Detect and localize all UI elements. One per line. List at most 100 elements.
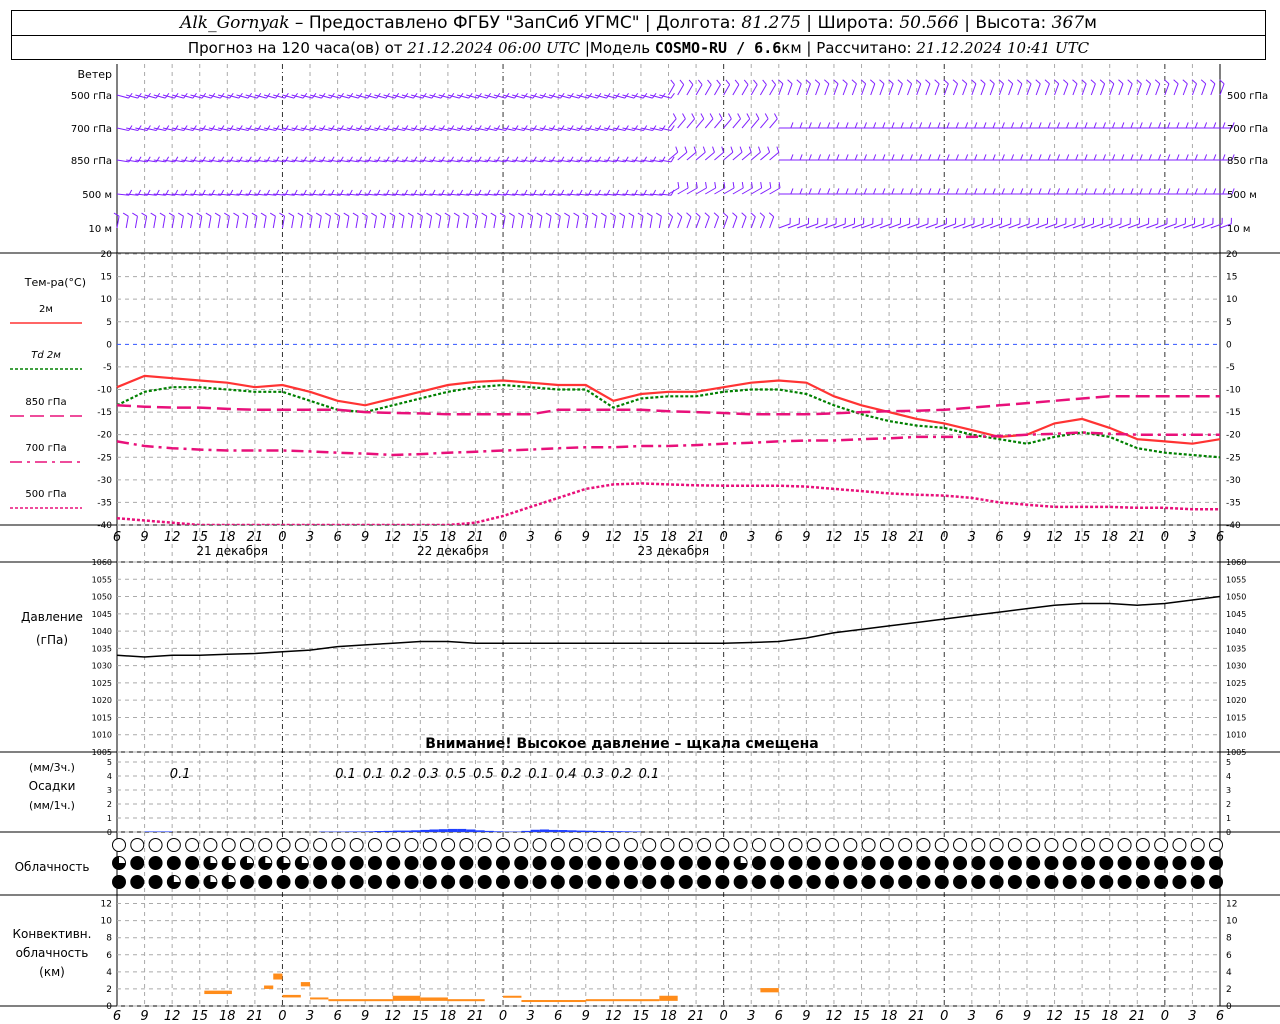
conv-x-tick-label: 6 <box>775 1009 783 1024</box>
wind-level-label-left: 500 гПа <box>71 91 112 102</box>
wind-barb-feather <box>767 146 771 153</box>
wind-barb-shaft <box>815 83 821 96</box>
wind-barb-feather <box>716 79 721 85</box>
wind-barb-feather <box>980 79 986 85</box>
cloud-symbol-overcast <box>514 875 529 889</box>
pressure-tick-label-right: 1035 <box>1226 644 1246 653</box>
cloud-symbol-overcast <box>825 875 840 889</box>
wind-barb-feather <box>992 122 996 129</box>
wind-barb-feather <box>220 125 225 131</box>
wind-barb-feather <box>863 188 867 195</box>
wind-barb-feather <box>1148 188 1152 195</box>
wind-barb-feather <box>205 212 212 217</box>
pressure-tick-label-right: 1030 <box>1226 662 1246 671</box>
precip-3h-label: 0.5 <box>446 767 467 782</box>
wind-barb-feather <box>1001 154 1005 161</box>
precip-bar <box>429 829 439 832</box>
wind-barb-feather <box>734 79 740 85</box>
pressure-tick-label-right: 1045 <box>1226 610 1246 619</box>
conv-x-tick-label: 12 <box>1046 1009 1063 1024</box>
wind-barb-feather <box>974 188 978 195</box>
wind-barb-feather <box>691 113 696 120</box>
cloud-symbol-clear <box>898 838 913 852</box>
wind-barb-shaft <box>1090 83 1096 96</box>
wind-barb-shaft <box>704 84 712 96</box>
wind-barb-feather <box>582 212 589 217</box>
cloud-symbol-overcast <box>843 875 858 889</box>
wind-barb-feather <box>426 212 432 217</box>
conv-x-tick-label: 15 <box>191 1009 208 1024</box>
wind-barb-shaft <box>594 216 598 229</box>
wind-barb-shaft <box>677 84 685 96</box>
wind-barb-feather <box>1194 122 1198 129</box>
wind-barb-feather <box>315 212 322 217</box>
wind-barb-feather <box>1056 154 1060 161</box>
conv-x-tick-label: 3 <box>1188 1009 1196 1024</box>
temp-x-tick-label: 9 <box>1023 530 1031 545</box>
wind-barb-shaft <box>373 216 377 229</box>
wind-level-label-right: 10 м <box>1227 224 1250 235</box>
wind-barb-feather <box>499 212 506 217</box>
wind-barb-shaft <box>686 151 697 161</box>
wind-barb-feather <box>670 79 675 85</box>
cloud-symbol-overcast <box>916 856 931 870</box>
wind-barb-feather <box>192 125 197 131</box>
pressure-warning: Внимание! Высокое давление – щкала смеще… <box>425 736 818 752</box>
cloud-symbol-clear <box>861 838 876 852</box>
wind-barb-feather <box>728 113 732 120</box>
cloud-symbol-overcast <box>642 875 657 889</box>
cloud-symbol-clear <box>751 838 766 852</box>
wind-barb-shaft <box>750 187 762 195</box>
wind-barb-feather <box>882 122 886 129</box>
conv-x-tick-label: 3 <box>526 1009 534 1024</box>
wind-barb-shaft <box>465 216 469 229</box>
wind-barb-feather <box>909 122 913 129</box>
temp-tick-label-right: -5 <box>1226 363 1235 373</box>
wind-barb-feather <box>238 125 243 131</box>
wind-barb-feather <box>343 212 350 217</box>
wind-barb-feather <box>371 212 377 217</box>
cloud-symbol-overcast <box>587 875 602 889</box>
conv-x-tick-label: 3 <box>306 1009 314 1024</box>
cloud-symbol-overcast <box>1062 856 1077 870</box>
cloud-symbol-clear <box>239 838 254 852</box>
cloud-symbol-overcast <box>1154 856 1169 870</box>
wind-barb-shaft <box>677 151 688 161</box>
conv-x-tick-label: 12 <box>826 1009 843 1024</box>
wind-barb-feather <box>906 79 912 85</box>
wind-barb-shaft <box>989 83 995 96</box>
cloud-symbol-clear <box>349 838 364 852</box>
wind-barb-feather <box>730 146 734 153</box>
wind-barb-feather <box>909 188 913 195</box>
cloud-symbol-overcast <box>788 856 803 870</box>
wind-barb-feather <box>714 181 717 189</box>
wind-barb-feather <box>702 146 706 153</box>
wind-barb-feather <box>600 212 607 217</box>
cloud-symbol-overcast <box>623 875 638 889</box>
temp-title: Тем-ра(°C) <box>24 276 86 289</box>
wind-barb-feather <box>122 212 129 217</box>
wind-barb-feather <box>1001 188 1005 195</box>
wind-barb-feather <box>1010 154 1015 161</box>
wind-barb-feather <box>619 212 625 217</box>
temp-x-tick-label: 15 <box>853 530 870 545</box>
temp-x-tick-label: 3 <box>747 530 755 545</box>
wind-barb-shaft <box>668 216 674 229</box>
wind-barb-feather <box>817 188 822 195</box>
wind-barb-feather <box>293 125 298 131</box>
wind-barb-feather <box>882 188 886 195</box>
wind-barb-feather <box>919 122 923 129</box>
wind-barb-feather <box>407 212 414 217</box>
wind-barb-shaft <box>677 118 686 129</box>
precip-bar <box>374 831 384 832</box>
wind-barb-feather <box>743 79 749 85</box>
wind-barb-feather <box>937 154 941 161</box>
temp-x-tick-label: 0 <box>720 530 728 545</box>
wind-barb-feather <box>713 212 719 218</box>
wind-barb-feather <box>764 113 769 120</box>
cloud-symbol-overcast <box>1081 875 1096 889</box>
wind-barb-feather <box>367 125 372 131</box>
wind-barb-shaft <box>484 216 488 229</box>
conv-x-tick-label: 9 <box>1023 1009 1031 1024</box>
wind-barb-shaft <box>300 216 304 229</box>
